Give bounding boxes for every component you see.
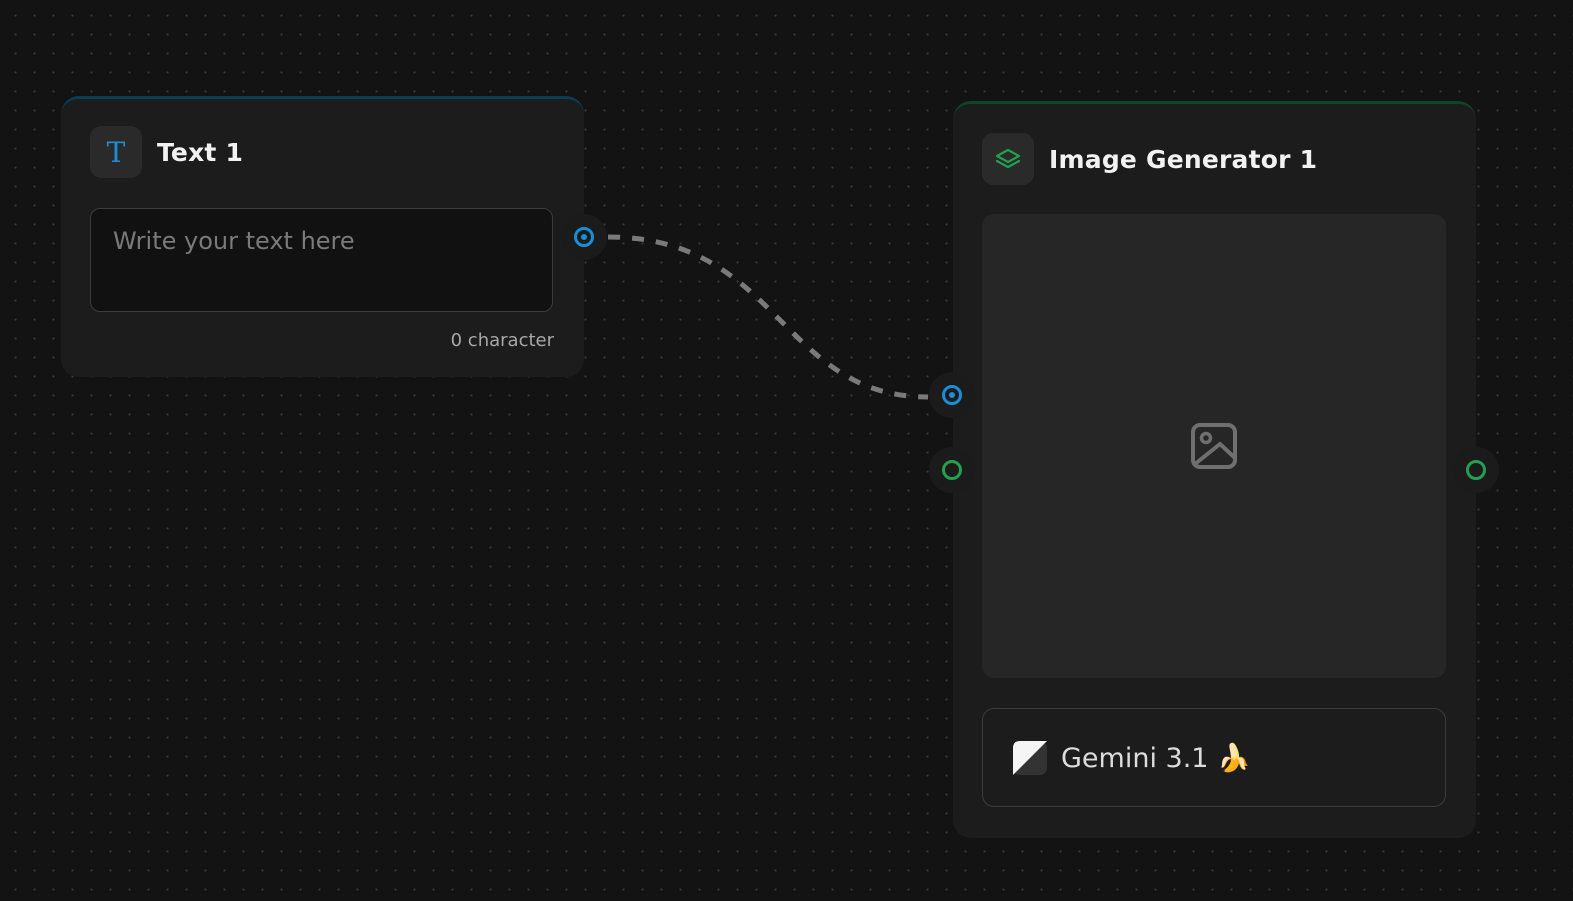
text-node-header[interactable]: T Text 1 xyxy=(90,126,243,178)
text-node-title: Text 1 xyxy=(157,137,244,167)
prompt-input-ring xyxy=(942,385,962,405)
text-output-ring xyxy=(574,227,594,247)
layers-icon-svg xyxy=(995,148,1021,169)
text-node[interactable]: T Text 1 0 character xyxy=(61,96,584,377)
model-selector[interactable]: Gemini 3.1 🍌 xyxy=(982,708,1446,807)
layers-icon xyxy=(982,133,1034,185)
gemini-model-icon xyxy=(1013,740,1047,775)
image-output-ring xyxy=(1466,460,1486,480)
model-label: Gemini 3.1 🍌 xyxy=(1061,742,1251,774)
image-node-title: Image Generator 1 xyxy=(1049,144,1318,174)
text-input[interactable] xyxy=(90,208,553,312)
image-preview-area xyxy=(982,214,1446,678)
image-node-header[interactable]: Image Generator 1 xyxy=(982,133,1317,185)
text-t-glyph: T xyxy=(106,135,126,169)
text-output-dot xyxy=(581,234,587,240)
text-t-icon: T xyxy=(90,126,142,178)
text-output-handle[interactable] xyxy=(561,214,607,260)
character-count: 0 character xyxy=(450,330,554,351)
prompt-input-dot xyxy=(949,392,955,398)
image-prompt-input-handle[interactable] xyxy=(929,372,975,418)
image-placeholder-icon xyxy=(1191,423,1237,469)
image-reference-input-handle[interactable] xyxy=(929,447,975,493)
image-generator-node[interactable]: Image Generator 1 Gemini 3.1 🍌 xyxy=(953,101,1476,838)
image-output-handle[interactable] xyxy=(1453,447,1499,493)
reference-input-ring xyxy=(942,460,962,480)
